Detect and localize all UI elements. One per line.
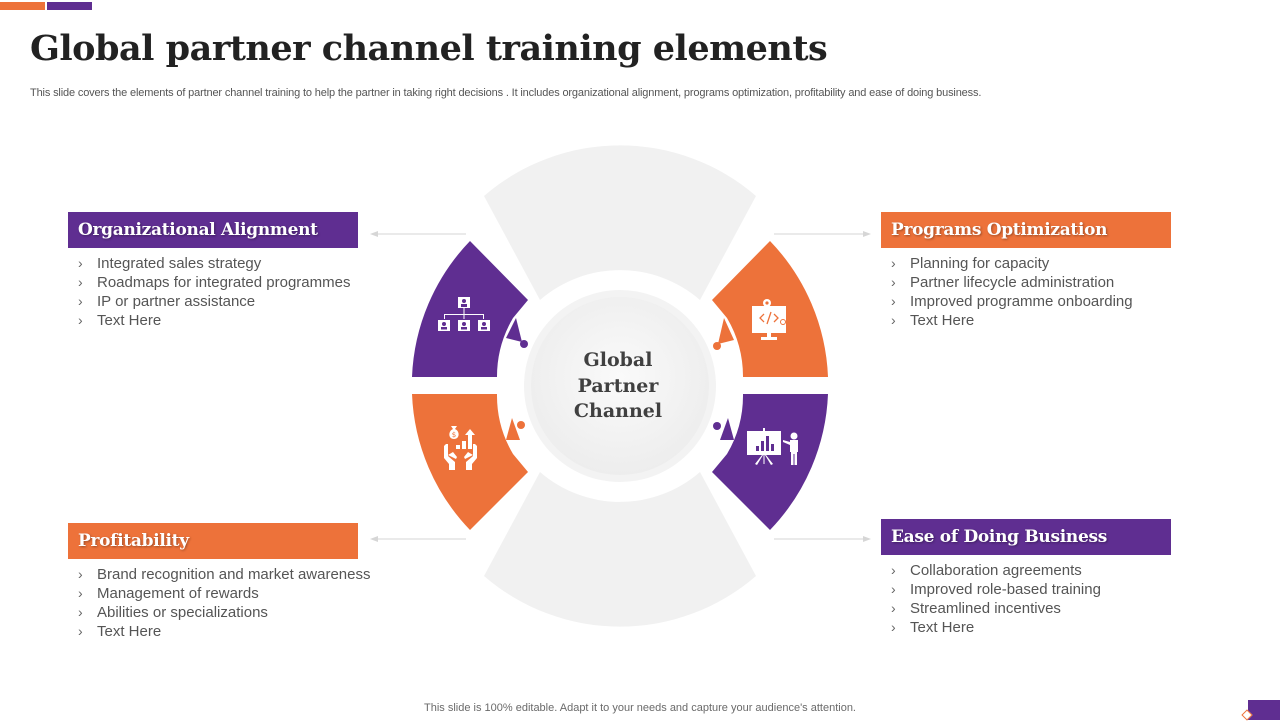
card-header-profitability: Profitability	[68, 523, 358, 559]
center-label-line: Partner	[577, 374, 659, 397]
ring-arc-bottom	[484, 472, 756, 627]
bullet-list: › Collaboration agreements › Improved role…	[881, 561, 1181, 637]
card-profitability: Profitability › Brand recognition and mar…	[68, 523, 371, 641]
connector-programs-optimization	[774, 231, 871, 237]
center-label: Global Partner Channel	[548, 348, 688, 425]
chevron-right-icon: ›	[891, 581, 896, 597]
chevron-right-icon: ›	[78, 255, 83, 271]
chevron-right-icon: ›	[891, 255, 896, 271]
ring-arc-top	[484, 145, 756, 300]
center-label-line: Global	[583, 349, 653, 371]
connector-dot-ease-of-doing-business	[713, 422, 721, 430]
chevron-right-icon: ›	[891, 312, 896, 328]
list-item: › Management of rewards	[78, 585, 259, 602]
list-item: › Planning for capacity	[891, 255, 1050, 272]
list-item: › Text Here	[891, 619, 975, 636]
center-label-line: Channel	[573, 400, 663, 422]
bullet-list: › Planning for capacity › Partner lifecycl…	[881, 254, 1181, 330]
pointer-ease-of-doing-business	[720, 418, 734, 440]
segment-organizational-alignment[interactable]	[412, 241, 528, 377]
bullet-list: › Integrated sales strategy › Roadmaps for…	[68, 254, 368, 330]
chevron-right-icon: ›	[78, 566, 83, 582]
chevron-right-icon: ›	[891, 619, 896, 635]
card-header-ease-of-doing-business: Ease of Doing Business	[881, 519, 1171, 555]
chevron-right-icon: ›	[891, 562, 896, 578]
list-item: › IP or partner assistance	[78, 293, 256, 310]
list-item: › Integrated sales strategy	[78, 255, 262, 272]
corner-tab	[1248, 700, 1280, 720]
card-header-programs-optimization: Programs Optimization	[881, 212, 1171, 248]
card-header-organizational-alignment: Organizational Alignment	[68, 212, 358, 248]
chevron-right-icon: ›	[78, 274, 83, 290]
pointer-profitability	[506, 418, 520, 440]
chevron-right-icon: ›	[891, 600, 896, 616]
list-item: › Abilities or specializations	[78, 604, 268, 621]
chevron-right-icon: ›	[891, 293, 896, 309]
list-item: › Streamlined incentives	[891, 600, 1061, 617]
chevron-right-icon: ›	[78, 312, 83, 328]
connector-profitability	[370, 536, 466, 542]
card-programs-optimization: Programs Optimization › Planning for capa…	[881, 212, 1181, 330]
connector-ease-of-doing-business	[774, 536, 871, 542]
bullet-list: › Brand recognition and market awareness …	[68, 565, 371, 641]
chevron-right-icon: ›	[78, 623, 83, 639]
svg-text:$: $	[452, 431, 456, 439]
list-item: › Brand recognition and market awareness	[78, 566, 371, 583]
chevron-right-icon: ›	[78, 604, 83, 620]
card-ease-of-doing-business: Ease of Doing Business › Collaboration ag…	[881, 519, 1181, 637]
chevron-right-icon: ›	[891, 274, 896, 290]
connector-organizational-alignment	[370, 231, 466, 237]
connector-dot-organizational-alignment	[520, 340, 528, 348]
chevron-right-icon: ›	[78, 293, 83, 309]
list-item: › Collaboration agreements	[891, 562, 1082, 579]
card-organizational-alignment: Organizational Alignment › Integrated sal…	[68, 212, 368, 330]
list-item: › Improved role-based training	[891, 581, 1101, 598]
connector-dot-profitability	[517, 421, 525, 429]
chevron-right-icon: ›	[78, 585, 83, 601]
connector-dot-programs-optimization	[713, 342, 721, 350]
list-item: › Text Here	[78, 623, 162, 640]
list-item: › Roadmaps for integrated programmes	[78, 274, 351, 291]
list-item: › Improved programme onboarding	[891, 293, 1133, 310]
footer-note: This slide is 100% editable. Adapt it to…	[424, 702, 856, 714]
list-item: › Text Here	[78, 312, 162, 329]
list-item: › Text Here	[891, 312, 975, 329]
list-item: › Partner lifecycle administration	[891, 274, 1115, 291]
